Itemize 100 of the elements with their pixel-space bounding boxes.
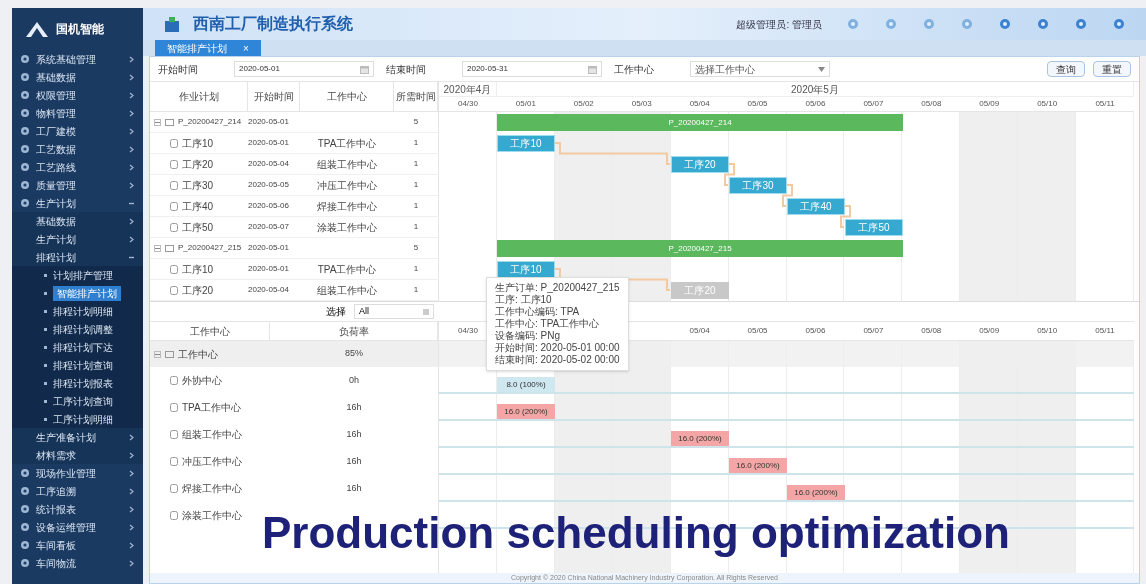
- file-icon: [170, 484, 178, 493]
- table-cell-text: 2020-05-05: [248, 179, 290, 191]
- table-cell-text: 1: [412, 263, 420, 275]
- filter-label: 开始时间: [158, 62, 199, 77]
- month-header: 2020年5月: [496, 82, 1134, 96]
- table-cell-text: 涂装工作中心: [316, 220, 378, 235]
- table-cell-text: 16h: [345, 427, 363, 441]
- folder-icon: [165, 118, 174, 126]
- sidebar-item[interactable]: 质量管理: [12, 176, 143, 194]
- sidebar-item[interactable]: 系统基础管理: [12, 50, 143, 68]
- sidebar-item[interactable]: 统计报表: [12, 500, 143, 518]
- toolbar-icon[interactable]: [884, 17, 898, 31]
- sidebar-item[interactable]: 生产计划: [12, 230, 143, 248]
- table-cell-text: 2020-05-04: [248, 158, 290, 170]
- sidebar-item[interactable]: 排程计划下达: [12, 338, 143, 356]
- sidebar-item[interactable]: 物料管理: [12, 104, 143, 122]
- expand-icon: [128, 235, 135, 243]
- table-cell-text: 1: [412, 179, 420, 191]
- collapse-toggle[interactable]: [154, 244, 161, 252]
- column-header: 开始时间: [248, 82, 300, 111]
- task-name: 工序10: [182, 136, 214, 151]
- folder-icon: [165, 350, 174, 358]
- caret-icon: [818, 66, 825, 72]
- expand-icon: [128, 523, 135, 531]
- sidebar-item[interactable]: 生产准备计划: [12, 428, 143, 446]
- sidebar-item[interactable]: 生产计划: [12, 194, 143, 212]
- sidebar-item[interactable]: 基础数据: [12, 68, 143, 86]
- sidebar-item[interactable]: 工序追溯: [12, 482, 143, 500]
- table-cell-text: 2020-05-01: [248, 263, 290, 275]
- tooltip-line: 结束时间: 2020-05-02 00:00: [495, 354, 620, 366]
- action-button[interactable]: 查询: [1047, 61, 1085, 77]
- sidebar-item[interactable]: 工厂建模: [12, 122, 143, 140]
- filter-label: 选择: [326, 305, 346, 319]
- table-cell-text: 组装工作中心: [316, 157, 378, 172]
- sidebar-item[interactable]: 设备运维管理: [12, 518, 143, 536]
- sidebar-item[interactable]: 计划排产管理: [12, 266, 143, 284]
- day-header: 05/07: [862, 325, 885, 337]
- bullet-icon: [44, 399, 47, 403]
- day-header: 05/04: [688, 325, 711, 337]
- sidebar-item[interactable]: 现场作业管理: [12, 464, 143, 482]
- toolbar-icon[interactable]: [846, 17, 860, 31]
- expand-icon: [128, 181, 135, 189]
- sidebar-item[interactable]: 工艺数据: [12, 140, 143, 158]
- day-header: 05/03: [630, 98, 653, 110]
- center-name: TPA工作中心: [182, 401, 241, 415]
- date-field[interactable]: 2020-05-31: [462, 61, 602, 77]
- expand-icon: [128, 469, 135, 477]
- file-icon: [170, 180, 178, 190]
- file-icon: [170, 201, 178, 211]
- file-icon: [170, 159, 178, 169]
- day-header: 05/09: [978, 325, 1001, 337]
- sidebar-item[interactable]: 权限管理: [12, 86, 143, 104]
- folder-icon: [165, 244, 174, 252]
- action-button[interactable]: 重置: [1093, 61, 1131, 77]
- toolbar-icon[interactable]: [1074, 17, 1088, 31]
- expand-icon: [128, 505, 135, 513]
- select-field[interactable]: All: [354, 304, 434, 319]
- expand-icon: [128, 541, 135, 549]
- sidebar-item[interactable]: 排程计划调整: [12, 320, 143, 338]
- sidebar-item[interactable]: 车间看板: [12, 536, 143, 554]
- day-header: 05/11: [1094, 98, 1116, 110]
- day-header: 05/10: [1036, 325, 1059, 337]
- toolbar-icon[interactable]: [1112, 17, 1126, 31]
- sidebar-item[interactable]: 基础数据: [12, 212, 143, 230]
- tab-close[interactable]: ×: [243, 40, 249, 56]
- sidebar-item[interactable]: 排程计划查询: [12, 356, 143, 374]
- center-name: 外协中心: [182, 374, 222, 388]
- sidebar-item[interactable]: 排程计划明细: [12, 302, 143, 320]
- table-cell-text: 1: [412, 137, 420, 149]
- select-field[interactable]: 选择工作中心: [690, 61, 830, 77]
- sidebar-item[interactable]: 工艺路线: [12, 158, 143, 176]
- page-tab[interactable]: 智能排产计划 ×: [155, 40, 261, 56]
- file-icon: [170, 138, 178, 148]
- load-bar: 16.0 (200%): [729, 458, 787, 473]
- sidebar-item[interactable]: 工序计划查询: [12, 392, 143, 410]
- collapse-toggle[interactable]: [154, 118, 161, 126]
- column-header: 作业计划: [150, 82, 248, 111]
- date-field[interactable]: 2020-05-01: [234, 61, 374, 77]
- column-header: 工作中心: [300, 82, 394, 111]
- toolbar-icon[interactable]: [1036, 17, 1050, 31]
- day-header: 05/05: [746, 98, 769, 110]
- table-cell-text: TPA工作中心: [316, 136, 378, 151]
- collapse-toggle[interactable]: [154, 350, 161, 358]
- expand-icon: [128, 91, 135, 99]
- table-cell-text: 16h: [345, 454, 363, 468]
- toolbar-icon[interactable]: [960, 17, 974, 31]
- sidebar-item[interactable]: 工序计划明细: [12, 410, 143, 428]
- expand-icon: [128, 73, 135, 81]
- toolbar-icon[interactable]: [998, 17, 1012, 31]
- sidebar-item[interactable]: 排程计划报表: [12, 374, 143, 392]
- sidebar-item[interactable]: 材料需求: [12, 446, 143, 464]
- sidebar-item[interactable]: 车间物流: [12, 554, 143, 572]
- sidebar-item[interactable]: 智能排产计划: [12, 284, 143, 302]
- caption-text: Production scheduling optimization: [262, 507, 1010, 559]
- table-cell-text: 1: [412, 200, 420, 212]
- toolbar-icon[interactable]: [922, 17, 936, 31]
- load-bar: 8.0 (100%): [497, 377, 555, 392]
- center-name: 涂装工作中心: [182, 509, 242, 523]
- sidebar-item[interactable]: 排程计划: [12, 248, 143, 266]
- column-header: 负荷率: [270, 322, 438, 340]
